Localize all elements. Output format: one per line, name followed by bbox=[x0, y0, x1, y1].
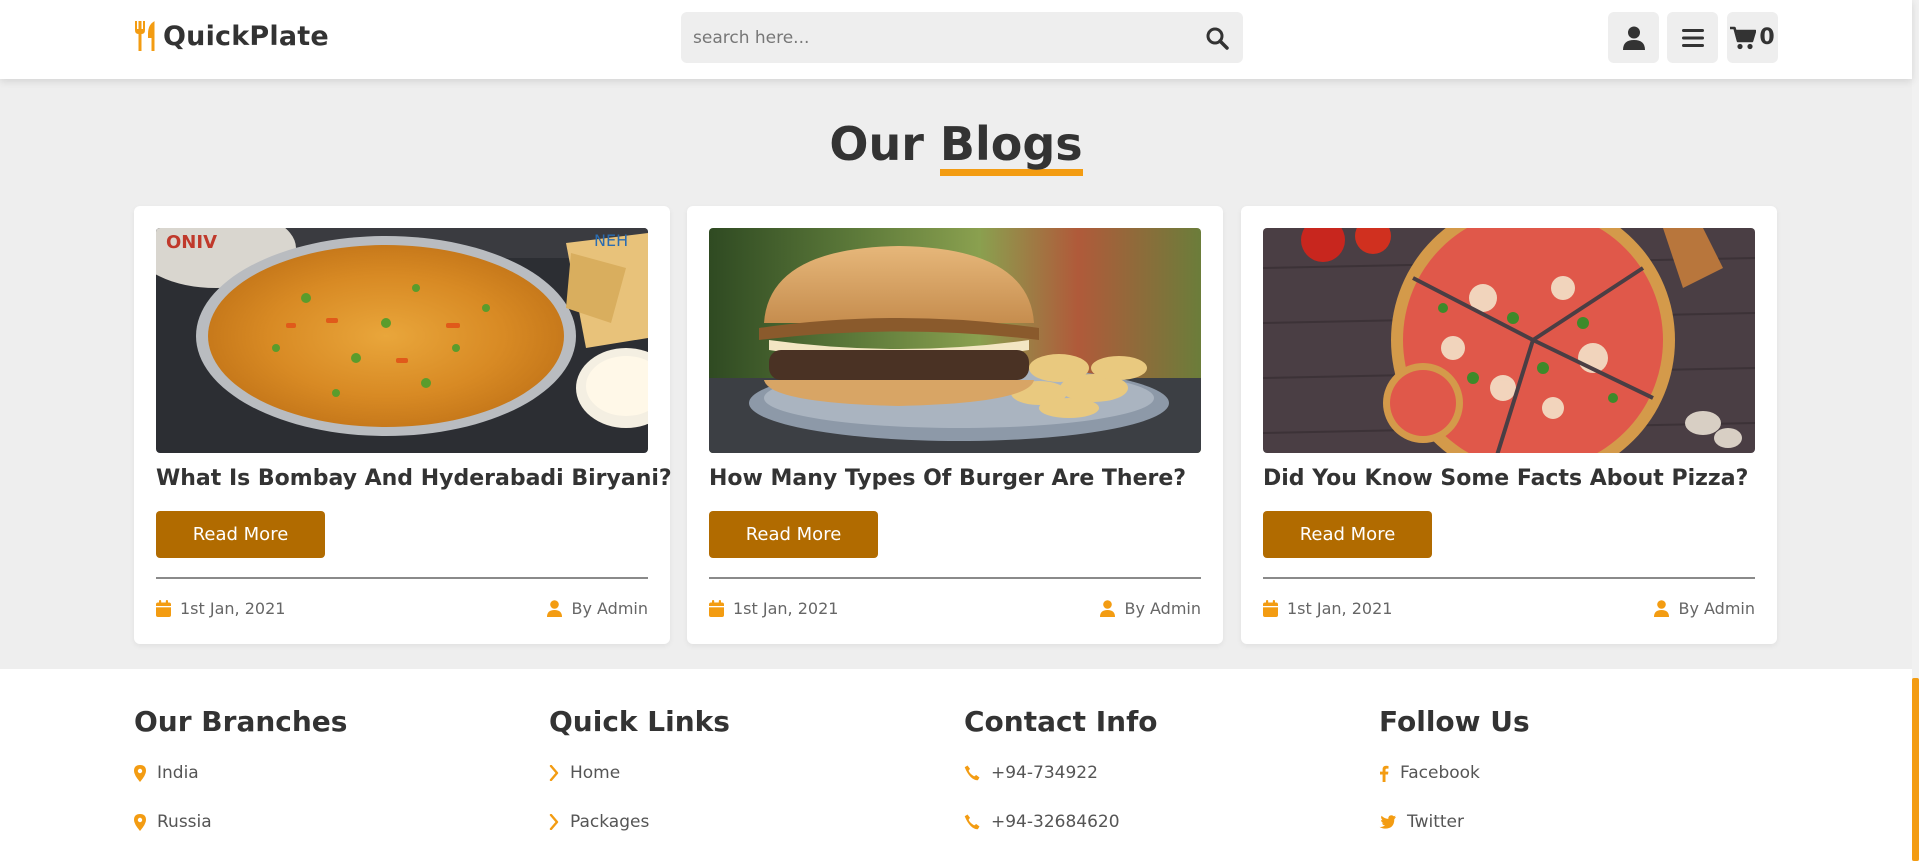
social-label: Twitter bbox=[1407, 812, 1464, 832]
menu-icon bbox=[1681, 28, 1704, 47]
footer-branches: Our Branches India Russia bbox=[134, 705, 534, 858]
user-icon bbox=[547, 600, 563, 617]
contact-phone-link[interactable]: +94-734922 bbox=[964, 760, 1364, 786]
branch-link[interactable]: Russia bbox=[134, 809, 534, 835]
search-bar bbox=[681, 12, 1243, 63]
blog-date-text: 1st Jan, 2021 bbox=[180, 599, 286, 618]
user-icon bbox=[1622, 26, 1645, 50]
quick-link-label: Home bbox=[570, 763, 621, 783]
phone-icon bbox=[964, 814, 980, 830]
logo-text: QuickPlate bbox=[163, 20, 329, 52]
card-divider bbox=[1263, 577, 1755, 579]
menu-button[interactable] bbox=[1667, 12, 1718, 63]
calendar-icon bbox=[1263, 600, 1278, 617]
user-button[interactable] bbox=[1608, 12, 1659, 63]
blog-author-text: By Admin bbox=[1678, 599, 1755, 618]
search-icon bbox=[1206, 27, 1229, 50]
branch-label: Russia bbox=[157, 812, 212, 832]
card-divider bbox=[156, 577, 648, 579]
scrollbar-thumb[interactable] bbox=[1912, 678, 1919, 861]
chevron-right-icon bbox=[549, 765, 559, 781]
read-more-button[interactable]: Read More bbox=[709, 511, 878, 558]
burger-image bbox=[709, 228, 1201, 453]
blog-date: 1st Jan, 2021 bbox=[709, 599, 838, 618]
footer-heading: Quick Links bbox=[549, 705, 730, 738]
branch-link[interactable]: India bbox=[134, 760, 534, 786]
blog-author: By Admin bbox=[547, 599, 648, 618]
blog-card: ONIV NEH What Is Bombay And Hyderabadi B… bbox=[134, 206, 672, 644]
site-header: QuickPlate 0 bbox=[0, 0, 1912, 79]
footer-follow: Follow Us Facebook Twitter bbox=[1379, 705, 1779, 858]
blog-author: By Admin bbox=[1654, 599, 1755, 618]
chevron-right-icon bbox=[549, 814, 559, 830]
blog-author-text: By Admin bbox=[1124, 599, 1201, 618]
social-label: Facebook bbox=[1400, 763, 1480, 783]
blog-author-text: By Admin bbox=[571, 599, 648, 618]
section-title-prefix: Our bbox=[829, 117, 924, 171]
biryani-image: ONIV NEH bbox=[156, 228, 648, 453]
blog-card: Did You Know Some Facts About Pizza? Rea… bbox=[1241, 206, 1777, 644]
blog-card: How Many Types Of Burger Are There? Read… bbox=[687, 206, 1223, 644]
blog-card-title: Did You Know Some Facts About Pizza? bbox=[1263, 466, 1749, 491]
calendar-icon bbox=[156, 600, 171, 617]
twitter-icon bbox=[1379, 815, 1396, 829]
contact-phone: +94-32684620 bbox=[991, 812, 1120, 832]
read-more-button[interactable]: Read More bbox=[156, 511, 325, 558]
utensils-icon bbox=[135, 21, 155, 51]
contact-phone-link[interactable]: +94-32684620 bbox=[964, 809, 1364, 835]
logo[interactable]: QuickPlate bbox=[133, 18, 329, 54]
map-marker-icon bbox=[134, 813, 146, 831]
search-input[interactable] bbox=[681, 12, 1181, 63]
cart-button[interactable]: 0 bbox=[1727, 12, 1778, 63]
blog-author: By Admin bbox=[1100, 599, 1201, 618]
blog-date: 1st Jan, 2021 bbox=[156, 599, 285, 618]
cart-count: 0 bbox=[1759, 25, 1775, 50]
footer-heading: Follow Us bbox=[1379, 705, 1530, 738]
svg-text:NEH: NEH bbox=[594, 231, 628, 250]
blog-date-text: 1st Jan, 2021 bbox=[1287, 599, 1393, 618]
user-icon bbox=[1654, 600, 1670, 617]
calendar-icon bbox=[709, 600, 724, 617]
blog-card-title: How Many Types Of Burger Are There? bbox=[709, 466, 1187, 491]
footer-heading: Contact Info bbox=[964, 705, 1158, 738]
search-button[interactable] bbox=[1203, 24, 1231, 52]
blog-card-title: What Is Bombay And Hyderabadi Biryani? bbox=[156, 466, 672, 491]
footer-quick-links: Quick Links Home Packages bbox=[549, 705, 949, 858]
scrollbar[interactable] bbox=[1912, 0, 1919, 861]
phone-icon bbox=[964, 765, 980, 781]
pizza-image bbox=[1263, 228, 1755, 453]
quick-link-home[interactable]: Home bbox=[549, 760, 949, 786]
blog-date: 1st Jan, 2021 bbox=[1263, 599, 1392, 618]
footer-heading: Our Branches bbox=[134, 705, 348, 738]
cart-icon bbox=[1730, 26, 1757, 49]
contact-phone: +94-734922 bbox=[991, 763, 1098, 783]
read-more-button[interactable]: Read More bbox=[1263, 511, 1432, 558]
facebook-icon bbox=[1380, 765, 1389, 782]
svg-text:ONIV: ONIV bbox=[166, 232, 217, 253]
social-link-twitter[interactable]: Twitter bbox=[1379, 809, 1779, 835]
quick-link-packages[interactable]: Packages bbox=[549, 809, 949, 835]
section-title-accent: Blogs bbox=[939, 121, 1083, 176]
footer-contact: Contact Info +94-734922 +94-32684620 bbox=[964, 705, 1364, 858]
branch-label: India bbox=[157, 763, 199, 783]
blog-date-text: 1st Jan, 2021 bbox=[733, 599, 839, 618]
quick-link-label: Packages bbox=[570, 812, 650, 832]
user-icon bbox=[1100, 600, 1116, 617]
site-footer: Our Branches India Russia Quick Links Ho… bbox=[0, 669, 1912, 861]
social-link-facebook[interactable]: Facebook bbox=[1379, 760, 1779, 786]
section-title: Our Blogs bbox=[0, 117, 1912, 176]
map-marker-icon bbox=[134, 764, 146, 782]
card-divider bbox=[709, 577, 1201, 579]
